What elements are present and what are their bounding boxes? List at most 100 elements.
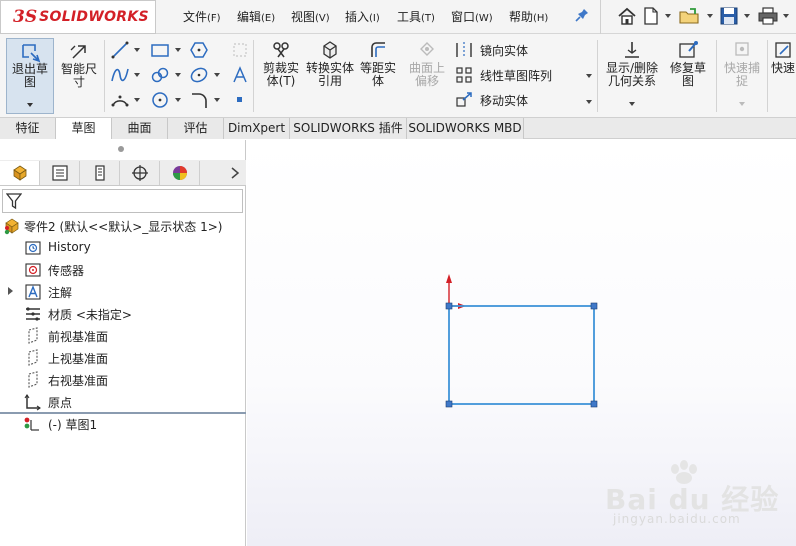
save-icon[interactable] (719, 5, 739, 27)
plane-icon (28, 327, 38, 344)
exit-sketch-button[interactable]: 退出草图 (6, 38, 54, 114)
move-entities-icon[interactable] (454, 90, 474, 110)
fillet-icon[interactable] (189, 90, 209, 110)
trim-entities-button[interactable]: 剪裁实体(T) (258, 38, 304, 88)
tree-item-sensors[interactable]: 传感器 (0, 260, 246, 280)
slot-dropdown-caret[interactable] (175, 73, 181, 77)
menu-file[interactable]: 文件(F) (183, 8, 221, 25)
move-entities-caret[interactable] (586, 100, 592, 104)
tab-dimxpert[interactable]: DimXpert (224, 118, 290, 139)
rapid-sketch-button[interactable]: 快速 (771, 38, 796, 75)
convert-entities-icon (323, 41, 337, 59)
origin-icon (24, 394, 41, 411)
menu-insert[interactable]: 插入(I) (345, 8, 380, 25)
rect-corner-point[interactable] (445, 302, 453, 310)
spline-icon[interactable] (110, 65, 130, 85)
tree-item-annotations[interactable]: 注解 (0, 282, 246, 302)
tab-configuration-manager[interactable] (80, 161, 120, 185)
arc-dropdown-caret[interactable] (134, 98, 140, 102)
point-icon[interactable] (230, 90, 250, 110)
linear-pattern-caret[interactable] (586, 74, 592, 78)
menu-help[interactable]: 帮助(H) (509, 8, 548, 25)
home-icon[interactable] (616, 5, 638, 27)
tree-item-material[interactable]: 材质 <未指定> (0, 304, 246, 324)
mirror-entities-label[interactable]: 镜向实体 (480, 42, 528, 59)
exit-sketch-caret[interactable] (27, 103, 33, 107)
sketch-rectangle[interactable] (448, 305, 595, 405)
rect-corner-point[interactable] (590, 400, 598, 408)
tab-solidworks-mbd[interactable]: SOLIDWORKS MBD (407, 118, 524, 139)
menu-edit[interactable]: 编辑(E) (237, 8, 275, 25)
menu-view[interactable]: 视图(V) (291, 8, 330, 25)
tab-surfaces[interactable]: 曲面 (112, 118, 168, 139)
line-dropdown-caret[interactable] (134, 48, 140, 52)
convert-entities-button[interactable]: 转换实体引用 (306, 38, 354, 88)
solidworks-logo[interactable]: 3S SOLIDWORKS (0, 0, 156, 34)
print-icon[interactable] (757, 5, 779, 27)
panel-grip[interactable] (118, 146, 124, 152)
spline-dropdown-caret[interactable] (134, 73, 140, 77)
circle-dropdown-caret[interactable] (175, 98, 181, 102)
quick-snaps-button: 快速捕捉 (720, 38, 764, 106)
tree-item-front-plane[interactable]: 前视基准面 (0, 326, 246, 346)
circle-icon[interactable] (150, 90, 170, 110)
tree-item-origin[interactable]: 原点 (0, 392, 246, 412)
ellipse-dropdown-caret[interactable] (214, 73, 220, 77)
line-icon[interactable] (110, 40, 130, 60)
tab-evaluate[interactable]: 评估 (168, 118, 224, 139)
linear-pattern-icon[interactable] (454, 65, 474, 85)
feature-manager-panel: 零件2 (默认<<默认>_显示状态 1>) History 传感器 注解 材质 … (0, 140, 246, 546)
history-icon (25, 241, 41, 255)
rect-corner-point[interactable] (445, 400, 453, 408)
tree-root-part[interactable]: 零件2 (默认<<默认>_显示状态 1>) (0, 216, 246, 236)
tab-dimxpert-manager[interactable] (120, 161, 160, 185)
menu-tools[interactable]: 工具(T) (397, 8, 435, 25)
mirror-entities-icon[interactable] (454, 40, 474, 60)
rectangle-icon[interactable] (150, 40, 170, 60)
tree-item-sketch1[interactable]: (-) 草图1 (0, 414, 246, 434)
display-relations-button[interactable]: 显示/删除几何关系 (602, 38, 662, 106)
chevron-right-icon[interactable] (230, 166, 240, 180)
tree-item-label: 上视基准面 (48, 352, 109, 366)
menu-window[interactable]: 窗口(W) (451, 8, 493, 25)
tab-solidworks-addins[interactable]: SOLIDWORKS 插件 (290, 118, 407, 139)
arc-icon[interactable] (110, 90, 130, 110)
appearance-ball-icon (172, 166, 187, 180)
tab-sketch[interactable]: 草图 (56, 118, 112, 139)
new-document-icon[interactable] (642, 5, 660, 27)
inactive-tool-icon (233, 43, 247, 57)
pin-icon[interactable] (574, 7, 590, 25)
tree-item-right-plane[interactable]: 右视基准面 (0, 370, 246, 390)
move-entities-label[interactable]: 移动实体 (480, 92, 528, 109)
polygon-icon[interactable] (189, 40, 209, 60)
rectangle-dropdown-caret[interactable] (175, 48, 181, 52)
tab-property-manager[interactable] (40, 161, 80, 185)
expand-arrow-icon[interactable] (8, 287, 13, 295)
open-dropdown-caret[interactable] (707, 14, 713, 18)
linear-pattern-label[interactable]: 线性草图阵列 (480, 67, 552, 84)
offset-entities-button[interactable]: 等距实体 (356, 38, 400, 88)
tree-filter-input[interactable] (2, 189, 243, 213)
new-dropdown-caret[interactable] (665, 14, 671, 18)
slot-icon[interactable] (150, 65, 170, 85)
tab-display-manager[interactable] (160, 161, 200, 185)
fillet-dropdown-caret[interactable] (214, 98, 220, 102)
tab-features[interactable]: 特征 (0, 118, 56, 139)
plane-icon (28, 349, 38, 366)
text-icon[interactable] (230, 65, 250, 85)
print-dropdown-caret[interactable] (783, 14, 789, 18)
display-relations-caret[interactable] (629, 102, 635, 106)
tree-item-label: (-) 草图1 (48, 418, 98, 432)
ribbon-separator (767, 40, 768, 112)
ellipse-icon[interactable] (189, 65, 209, 85)
tree-item-top-plane[interactable]: 上视基准面 (0, 348, 246, 368)
open-folder-icon[interactable] (678, 5, 702, 27)
annotation-icon (25, 284, 41, 300)
tab-feature-manager[interactable] (0, 161, 40, 185)
repair-sketch-button[interactable]: 修复草图 (666, 38, 710, 88)
save-dropdown-caret[interactable] (744, 14, 750, 18)
smart-dimension-button[interactable]: 智能尺寸 (57, 38, 101, 89)
plane-icon (28, 371, 38, 388)
tree-item-history[interactable]: History (0, 238, 246, 258)
rect-corner-point[interactable] (590, 302, 598, 310)
